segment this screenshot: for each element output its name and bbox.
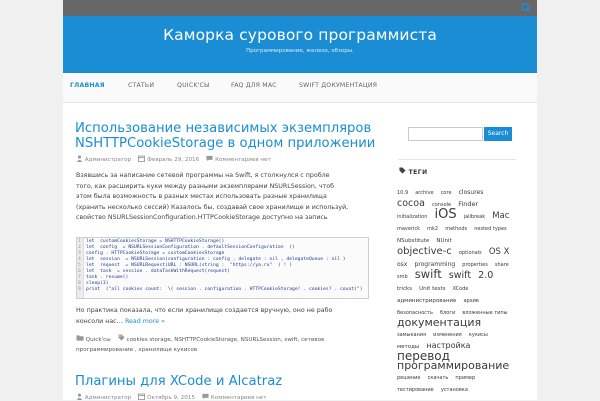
- tag-link[interactable]: share: [495, 262, 509, 268]
- tag-link[interactable]: tricks: [397, 286, 412, 292]
- tag-link[interactable]: NUnit: [436, 238, 451, 244]
- post-title-2[interactable]: Плагины для XCode и Alcatraz: [75, 374, 282, 390]
- tag-link[interactable]: 2.0: [478, 270, 493, 281]
- tag-link[interactable]: maverick: [397, 226, 420, 232]
- tag-link[interactable]: nested types: [474, 226, 506, 232]
- excerpt-line: Но практика показала, что если хранилище…: [76, 307, 333, 314]
- tag-link[interactable]: closures: [459, 189, 484, 196]
- site-header: Каморка сурового программиста Программир…: [63, 16, 537, 73]
- tag-link[interactable]: замыкания: [397, 332, 426, 338]
- post-date[interactable]: Февраль 29, 2016: [147, 157, 199, 163]
- tag-link[interactable]: установка: [441, 387, 468, 393]
- search-icon[interactable]: [515, 0, 537, 16]
- tag-link[interactable]: archive: [415, 190, 433, 196]
- tag-link[interactable]: smb: [397, 274, 408, 280]
- divider: [398, 159, 516, 160]
- site-title[interactable]: Каморка сурового программиста: [63, 26, 537, 44]
- content-area: Использование независимых экземпляров NS…: [63, 103, 537, 401]
- tag-link[interactable]: решение: [397, 375, 421, 381]
- tag-link[interactable]: пример: [455, 375, 475, 381]
- tags-widget-title: ТЕГИ: [399, 167, 428, 176]
- tag-link[interactable]: swift: [415, 267, 442, 281]
- tag-link[interactable]: osx: [397, 261, 407, 268]
- tag-link[interactable]: optionals: [459, 250, 482, 256]
- tag-link[interactable]: изменения: [433, 332, 462, 338]
- calendar-icon: [138, 155, 146, 163]
- line-number-gutter: 1 2 3 4 5 6 7 8 9: [77, 238, 84, 298]
- nav-item-articles[interactable]: СТАТЬИ: [128, 82, 154, 89]
- excerpt-line: свойство NSURLSessionConfiguration.HTTPC…: [76, 214, 328, 222]
- calendar-icon: [138, 393, 146, 401]
- tag-link[interactable]: mk2: [427, 226, 438, 232]
- post-title-1-line1[interactable]: Использование независимых экземпляров: [75, 121, 371, 137]
- tag-link[interactable]: XCode: [453, 286, 469, 292]
- top-bar: [63, 0, 537, 16]
- nav-item-faq-mac[interactable]: FAQ ДЛЯ MAC: [231, 82, 277, 89]
- tag-link[interactable]: 10.9: [397, 190, 408, 196]
- code-line: print ("all cookies count: \( session . …: [86, 287, 363, 292]
- excerpt-line: (хранить несколько сессий) Казалось бы, …: [76, 203, 349, 211]
- tag-icon: [118, 334, 125, 341]
- code-block: 1 2 3 4 5 6 7 8 9 let customCookiesStora…: [76, 237, 369, 299]
- tag-link[interactable]: methods: [445, 226, 467, 232]
- tag-link[interactable]: архив: [463, 298, 478, 304]
- line-number: 9: [78, 287, 81, 292]
- search-button[interactable]: Search: [484, 127, 512, 141]
- tag-link[interactable]: NSubstitute: [397, 238, 429, 244]
- tag-link[interactable]: OS X: [489, 247, 510, 257]
- tag-link[interactable]: jailbreak: [464, 214, 485, 220]
- comment-icon: [206, 155, 213, 162]
- tag-link[interactable]: документация: [397, 316, 481, 329]
- post-comments[interactable]: Комментариев нет: [215, 157, 271, 163]
- tags-icon: [399, 167, 406, 174]
- site-description: Программирование, железо, обзоры.: [246, 48, 354, 54]
- main-navigation: ГЛАВНАЯ СТАТЬИ QUICK'СЫ FAQ ДЛЯ MAC SWIF…: [63, 73, 537, 103]
- post-excerpt-1: Взявшись за написание сетевой программы …: [76, 171, 368, 224]
- post-tags[interactable]: cookies storage, NSHTTPCookieStorage, NS…: [127, 337, 325, 343]
- post-tags-row: Quick'сы cookies storage, NSHTTPCookieSt…: [76, 334, 376, 345]
- user-icon: [76, 155, 83, 162]
- tag-link[interactable]: properties: [462, 262, 488, 268]
- tag-link[interactable]: iOS: [435, 207, 457, 222]
- tag-link[interactable]: администрирование: [397, 298, 456, 304]
- post-taxonomy: Quick'сы cookies storage, NSHTTPCookieSt…: [76, 334, 376, 355]
- excerpt-line: того, как расширить куки между разными э…: [76, 182, 334, 190]
- tag-link[interactable]: Mac: [492, 211, 509, 221]
- post-meta-1: Администратор Февраль 29, 2016 Комментар…: [76, 155, 271, 163]
- excerpt-line: консоли нас…: [76, 317, 123, 325]
- tag-cloud: 10.9 archive core closures cocoa console…: [397, 185, 515, 394]
- user-icon: [76, 393, 83, 400]
- post-author[interactable]: Администратор: [85, 395, 131, 401]
- tag-link[interactable]: программирование: [397, 359, 509, 372]
- tag-link[interactable]: initialization: [397, 214, 427, 220]
- excerpt-line-with-more: консоли нас… Read more »: [76, 317, 368, 328]
- post-author[interactable]: Администратор: [85, 157, 131, 163]
- comment-icon: [202, 393, 209, 400]
- read-more-link[interactable]: Read more »: [125, 318, 165, 325]
- excerpt-line: этом была возможность в разных местах ис…: [76, 193, 327, 201]
- tag-link[interactable]: кукисы: [469, 332, 488, 338]
- tag-link[interactable]: cocoa: [397, 198, 425, 209]
- post-category[interactable]: Quick'сы: [86, 337, 111, 343]
- tag-link[interactable]: core: [441, 190, 452, 196]
- tag-link[interactable]: скачать: [428, 375, 449, 381]
- nav-item-swift-docs[interactable]: SWIFT ДОКУМЕНТАЦИЯ: [299, 82, 377, 89]
- post-date[interactable]: Октябрь 9, 2015: [147, 395, 195, 401]
- folder-icon: [76, 335, 84, 341]
- nav-item-home[interactable]: ГЛАВНАЯ: [70, 82, 105, 89]
- tag-link[interactable]: objective-c: [397, 246, 452, 257]
- tag-link[interactable]: Finder: [458, 200, 478, 208]
- nav-item-quicks[interactable]: QUICK'СЫ: [177, 82, 210, 89]
- excerpt-line: Взявшись за написание сетевой программы …: [76, 172, 330, 179]
- post-comments[interactable]: Комментариев нет: [211, 395, 267, 401]
- tag-link[interactable]: Unit tests: [419, 286, 445, 292]
- tags-title-text: ТЕГИ: [408, 169, 428, 176]
- post-title-1-line2[interactable]: NSHTTPCookieStorage в одном приложении: [75, 136, 375, 152]
- post-excerpt-continued: Но практика показала, что если хранилище…: [76, 306, 368, 327]
- search-input[interactable]: [408, 127, 483, 141]
- tag-link[interactable]: тестирование: [397, 387, 434, 393]
- post-tags-continued[interactable]: программирование , хранилище кукисов: [76, 345, 376, 355]
- tag-link[interactable]: swift: [449, 270, 471, 281]
